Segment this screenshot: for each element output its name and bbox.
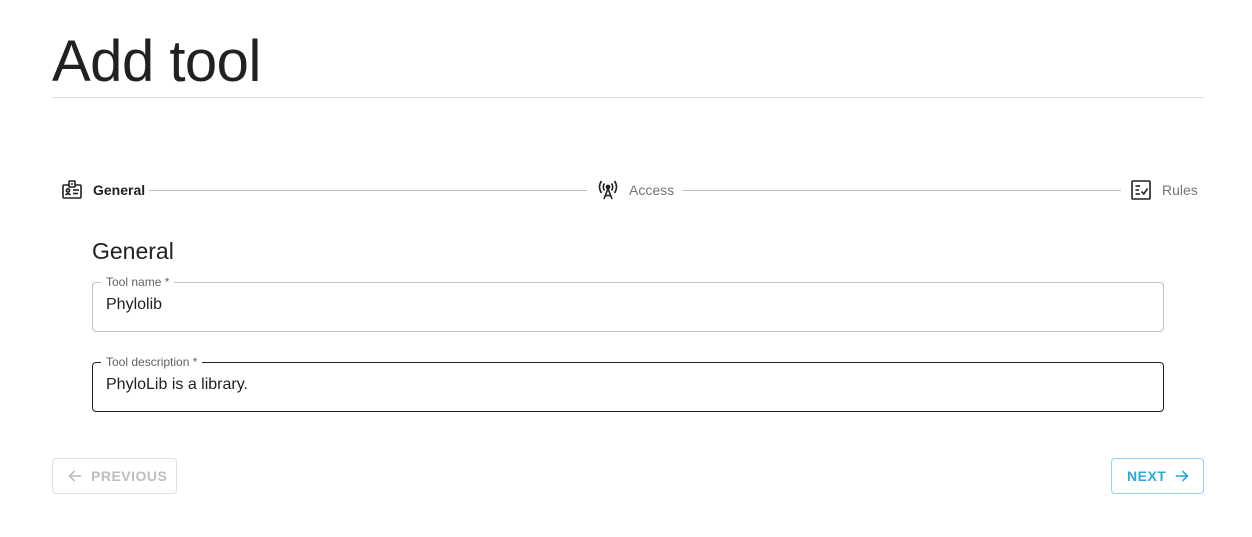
next-button-label: NEXT (1127, 468, 1167, 484)
step-label-general: General (93, 182, 146, 198)
step-connector (682, 190, 1121, 191)
next-button[interactable]: NEXT (1111, 458, 1204, 494)
step-connector (149, 190, 587, 191)
tool-description-field[interactable]: Tool description * (92, 356, 1164, 412)
step-label-access: Access (629, 182, 675, 198)
arrow-right-icon (1174, 468, 1190, 484)
tool-name-input[interactable] (106, 294, 1146, 316)
step-label-rules: Rules (1162, 182, 1198, 198)
stepper: General Access Rules (52, 172, 1204, 208)
tool-name-label: Tool name * (106, 275, 170, 289)
checklist-icon (1130, 179, 1152, 201)
page-title: Add tool (52, 29, 261, 94)
title-divider (52, 97, 1204, 98)
add-tool-page: Add tool General Access Rules General To… (0, 0, 1252, 537)
previous-button[interactable]: PREVIOUS (52, 458, 177, 494)
id-badge-icon (61, 179, 83, 201)
tool-description-input[interactable] (106, 374, 1146, 396)
tool-name-field[interactable]: Tool name * (92, 276, 1164, 332)
arrow-left-icon (67, 468, 83, 484)
step-rules[interactable]: Rules (1130, 172, 1198, 208)
previous-button-label: PREVIOUS (91, 468, 168, 484)
step-access[interactable]: Access (597, 172, 674, 208)
step-general[interactable]: General (61, 172, 145, 208)
tool-description-label: Tool description * (106, 355, 198, 369)
broadcast-antenna-icon (597, 179, 619, 201)
section-heading: General (92, 238, 174, 264)
